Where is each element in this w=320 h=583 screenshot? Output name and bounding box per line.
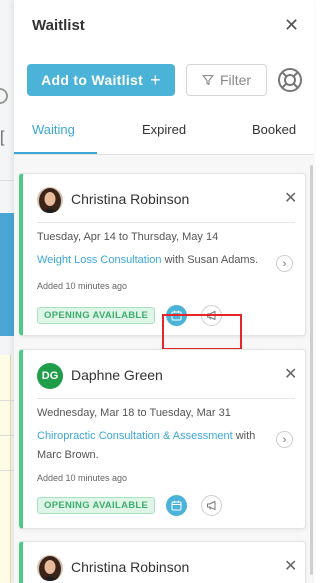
avatar: DG xyxy=(37,363,63,389)
background-icon xyxy=(0,88,8,104)
divider xyxy=(37,398,295,399)
scrollbar[interactable] xyxy=(310,165,313,575)
tab-expired[interactable]: Expired xyxy=(142,122,186,137)
close-icon[interactable]: ✕ xyxy=(284,559,297,575)
client-name: Christina Robinson xyxy=(71,559,190,575)
provider-text: with Susan Adams. xyxy=(161,254,259,266)
active-tab-indicator xyxy=(14,152,97,154)
close-icon[interactable]: ✕ xyxy=(284,16,299,34)
status-badge: OPENING AVAILABLE xyxy=(37,307,156,324)
service-link[interactable]: Weight Loss Consultation xyxy=(37,254,162,266)
waitlist-list: Christina Robinson ✕ Tuesday, Apr 14 to … xyxy=(14,155,314,583)
status-badge: OPENING AVAILABLE xyxy=(37,497,156,514)
background-divider xyxy=(0,470,14,471)
announce-button[interactable] xyxy=(201,495,222,516)
service-description: Chiropractic Consultation & Assessment w… xyxy=(37,427,269,465)
lifebuoy-icon[interactable] xyxy=(277,67,303,93)
filter-label: Filter xyxy=(219,72,252,88)
added-time: Added 10 minutes ago xyxy=(37,473,128,483)
panel-title: Waitlist xyxy=(32,17,85,34)
background-divider xyxy=(0,400,14,401)
date-range: Wednesday, Mar 18 to Tuesday, Mar 31 xyxy=(37,407,231,419)
date-range: Tuesday, Apr 14 to Thursday, May 14 xyxy=(37,231,219,243)
plus-icon: + xyxy=(150,70,161,90)
service-link[interactable]: Chiropractic Consultation & Assessment xyxy=(37,430,233,442)
avatar xyxy=(37,555,63,581)
background-blue-strip xyxy=(0,213,14,336)
filter-button[interactable]: Filter xyxy=(186,64,267,96)
waitlist-card: Christina Robinson ✕ xyxy=(19,541,306,583)
highlight-annotation xyxy=(162,314,242,350)
tab-bar: Waiting Expired Booked xyxy=(14,112,314,155)
panel-header: Waitlist ✕ xyxy=(14,0,314,52)
add-to-waitlist-label: Add to Waitlist xyxy=(41,72,144,88)
background-divider xyxy=(0,180,14,181)
client-name: Daphne Green xyxy=(71,367,163,383)
added-time: Added 10 minutes ago xyxy=(37,281,128,291)
add-to-waitlist-button[interactable]: Add to Waitlist + xyxy=(27,64,175,96)
waitlist-panel: Waitlist ✕ Add to Waitlist + Filter Wait… xyxy=(14,0,314,583)
avatar xyxy=(37,187,63,213)
calendar-button[interactable] xyxy=(166,495,187,516)
background-app: [ xyxy=(0,0,14,583)
client-name: Christina Robinson xyxy=(71,191,190,207)
background-divider xyxy=(0,435,14,436)
waitlist-card: DG Daphne Green ✕ Wednesday, Mar 18 to T… xyxy=(19,349,306,529)
calendar-icon xyxy=(171,500,182,511)
tab-waiting[interactable]: Waiting xyxy=(32,122,75,137)
close-icon[interactable]: ✕ xyxy=(284,367,297,383)
chevron-right-icon[interactable]: › xyxy=(276,431,293,448)
megaphone-icon xyxy=(207,501,216,510)
divider xyxy=(37,222,295,223)
tab-booked[interactable]: Booked xyxy=(252,122,296,137)
close-icon[interactable]: ✕ xyxy=(284,191,297,207)
background-yellow-area xyxy=(0,355,11,583)
background-bracket: [ xyxy=(0,129,5,146)
waitlist-card: Christina Robinson ✕ Tuesday, Apr 14 to … xyxy=(19,173,306,350)
funnel-icon xyxy=(202,74,214,86)
service-description: Weight Loss Consultation with Susan Adam… xyxy=(37,251,269,270)
chevron-right-icon[interactable]: › xyxy=(276,255,293,272)
